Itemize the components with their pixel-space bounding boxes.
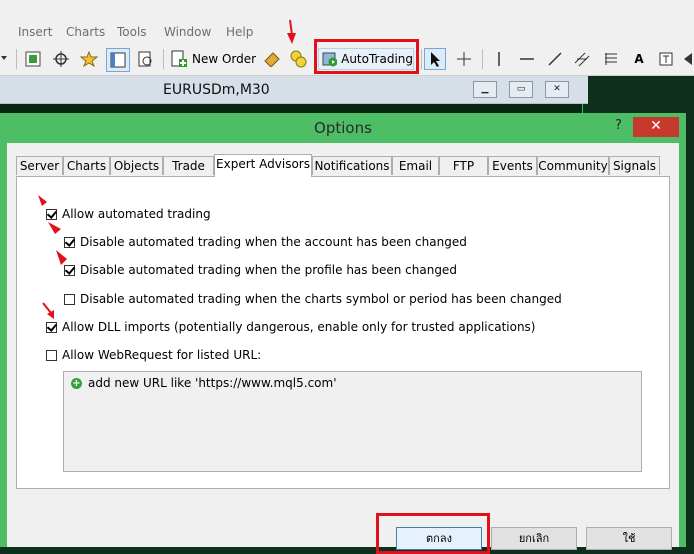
chart-add-icon[interactable]: [22, 48, 44, 70]
annotation-arrow: [38, 195, 47, 206]
close-button[interactable]: ✕: [633, 117, 679, 137]
disable-profile-change-label: Disable automated trading when the profi…: [80, 263, 457, 277]
restore-icon[interactable]: ▭: [509, 81, 533, 98]
dialog-title: Options: [314, 119, 372, 137]
disable-profile-change-row[interactable]: Disable automated trading when the profi…: [64, 263, 457, 277]
tab-signals[interactable]: Signals: [609, 156, 660, 175]
text-icon[interactable]: A: [629, 48, 649, 70]
vertical-line-icon[interactable]: [488, 48, 510, 70]
allow-dll-imports-label: Allow DLL imports (potentially dangerous…: [62, 320, 536, 334]
menu-tools[interactable]: Tools: [117, 25, 147, 39]
fibonacci-icon[interactable]: [600, 48, 622, 70]
autotrading-highlight: [314, 39, 419, 74]
disable-symbol-change-label: Disable automated trading when the chart…: [80, 292, 562, 306]
allow-dll-imports-row[interactable]: Allow DLL imports (potentially dangerous…: [46, 320, 536, 334]
add-url-item[interactable]: + add new URL like 'https://www.mql5.com…: [71, 376, 337, 390]
allow-webrequest-checkbox[interactable]: [46, 349, 57, 361]
minimize-icon[interactable]: ▁: [473, 81, 497, 98]
allow-dll-imports-checkbox[interactable]: [46, 321, 57, 333]
trendline-icon[interactable]: [544, 48, 566, 70]
tab-events[interactable]: Events: [488, 156, 537, 175]
menu-window[interactable]: Window: [164, 25, 211, 39]
new-order-icon: [171, 50, 187, 67]
allow-automated-trading-checkbox[interactable]: [46, 208, 57, 220]
horizontal-line-icon[interactable]: [516, 48, 538, 70]
menu-insert[interactable]: Insert: [18, 25, 52, 39]
ok-highlight: [376, 513, 490, 554]
options-dialog: Options ? ✕ Server Charts Objects Trade …: [0, 113, 686, 554]
crosshair-icon[interactable]: [453, 48, 475, 70]
metaeditor-icon[interactable]: [262, 48, 282, 70]
crosshair-move-icon[interactable]: [50, 48, 72, 70]
dialog-body: Server Charts Objects Trade Expert Advis…: [7, 143, 679, 554]
menu-charts[interactable]: Charts: [66, 25, 105, 39]
tab-expert-advisors[interactable]: Expert Advisors: [214, 154, 312, 177]
favorites-icon[interactable]: [78, 48, 100, 70]
menubar: Insert Charts Tools Window Help: [0, 0, 694, 44]
arrows-icon[interactable]: [682, 48, 694, 70]
allow-automated-trading-label: Allow automated trading: [62, 207, 211, 221]
tab-email[interactable]: Email: [392, 156, 439, 175]
annotation-arrow: [42, 302, 54, 319]
text-label-icon[interactable]: [656, 48, 676, 70]
close-chart-icon[interactable]: ✕: [545, 81, 569, 98]
new-order-button[interactable]: New Order: [170, 48, 258, 70]
expert-smiley-icon[interactable]: [287, 48, 309, 70]
navigator-icon[interactable]: [106, 48, 130, 72]
menu-help[interactable]: Help: [226, 25, 253, 39]
tab-notifications[interactable]: Notifications: [312, 156, 392, 175]
new-order-label: New Order: [192, 52, 257, 66]
tab-server[interactable]: Server: [16, 156, 63, 175]
disable-account-change-row[interactable]: Disable automated trading when the accou…: [64, 235, 467, 249]
add-icon: +: [71, 377, 82, 389]
allow-webrequest-row[interactable]: Allow WebRequest for listed URL:: [46, 348, 261, 362]
chart-window-title: EURUSDm,M30: [163, 82, 270, 98]
allow-webrequest-label: Allow WebRequest for listed URL:: [62, 348, 262, 362]
market-watch-icon[interactable]: [134, 48, 156, 70]
channel-icon[interactable]: [572, 48, 594, 70]
disable-account-change-checkbox[interactable]: [64, 236, 75, 248]
url-list: + add new URL like 'https://www.mql5.com…: [63, 371, 642, 472]
tab-trade[interactable]: Trade: [163, 156, 214, 175]
disable-symbol-change-checkbox[interactable]: [64, 293, 75, 305]
annotation-arrow: [48, 222, 61, 234]
cursor-icon[interactable]: [424, 48, 446, 70]
disable-symbol-change-row[interactable]: Disable automated trading when the chart…: [64, 292, 562, 306]
add-url-label: add new URL like 'https://www.mql5.com': [88, 376, 337, 390]
tab-community[interactable]: Community: [537, 156, 609, 175]
chart-window-titlebar: EURUSDm,M30 ▁ ▭ ✕: [0, 76, 588, 104]
toolbar-dropdown-icon[interactable]: [0, 48, 10, 70]
disable-account-change-label: Disable automated trading when the accou…: [80, 235, 467, 249]
tab-objects[interactable]: Objects: [110, 156, 163, 175]
annotation-arrow: [56, 250, 67, 265]
allow-automated-trading-row[interactable]: Allow automated trading: [46, 207, 211, 221]
help-button[interactable]: ?: [615, 118, 622, 133]
toolbar: New Order AutoTrading A: [0, 39, 694, 76]
tab-ftp[interactable]: FTP: [439, 156, 488, 175]
annotation-arrow: [287, 19, 296, 44]
tab-charts[interactable]: Charts: [63, 156, 110, 175]
